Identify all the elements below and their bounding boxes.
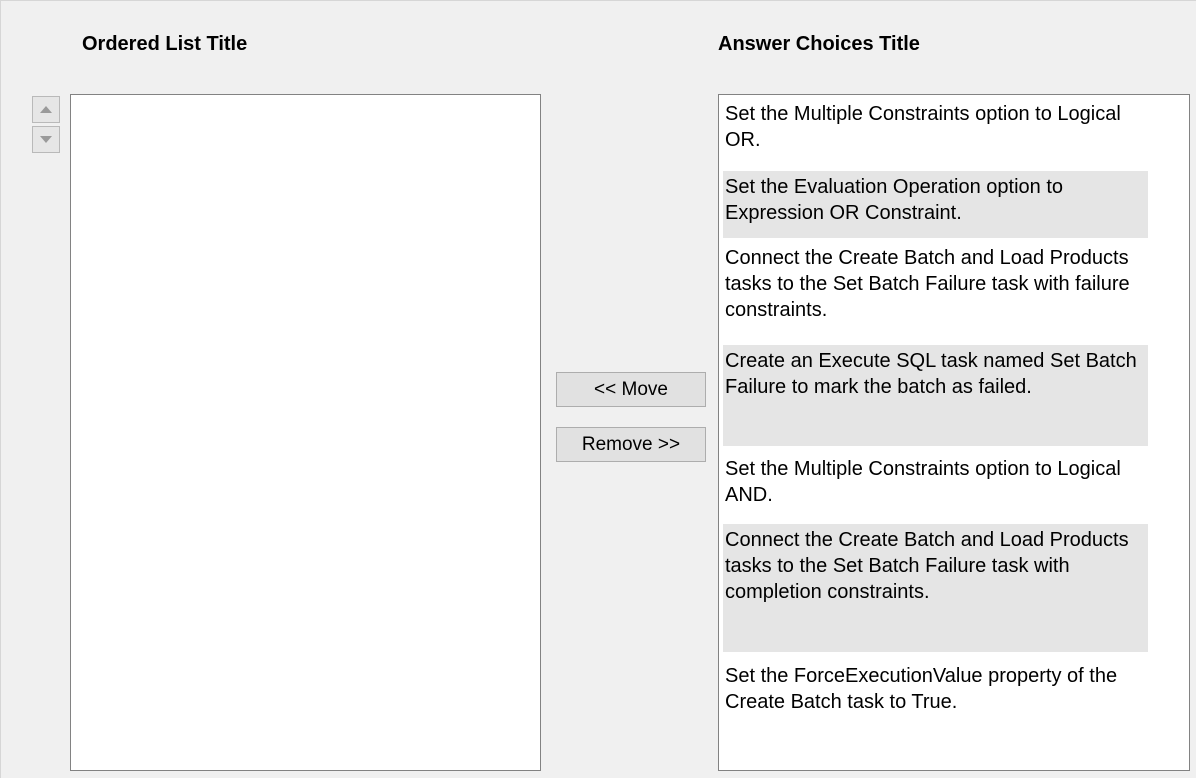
answer-choice-item[interactable]: Set the Multiple Constraints option to L…: [723, 453, 1148, 511]
answer-choice-item[interactable]: Set the Multiple Constraints option to L…: [723, 98, 1148, 156]
answer-choices-title: Answer Choices Title: [718, 33, 920, 55]
ordered-list-title: Ordered List Title: [82, 33, 248, 55]
down-arrow-icon: [40, 136, 52, 143]
ordered-list-box[interactable]: [70, 94, 541, 771]
answer-choice-item[interactable]: Connect the Create Batch and Load Produc…: [723, 524, 1148, 652]
move-down-button[interactable]: [32, 126, 60, 153]
window-top-edge: [0, 0, 1196, 1]
move-button[interactable]: << Move: [556, 372, 706, 407]
window-left-edge: [0, 0, 1, 778]
answer-choice-item[interactable]: Set the Evaluation Operation option to E…: [723, 171, 1148, 238]
answer-choice-item[interactable]: Connect the Create Batch and Load Produc…: [723, 242, 1148, 336]
remove-button[interactable]: Remove >>: [556, 427, 706, 462]
answer-choice-item[interactable]: Set the ForceExecutionValue property of …: [723, 660, 1148, 770]
answer-choice-item[interactable]: Create an Execute SQL task named Set Bat…: [723, 345, 1148, 446]
move-up-button[interactable]: [32, 96, 60, 123]
up-arrow-icon: [40, 106, 52, 113]
